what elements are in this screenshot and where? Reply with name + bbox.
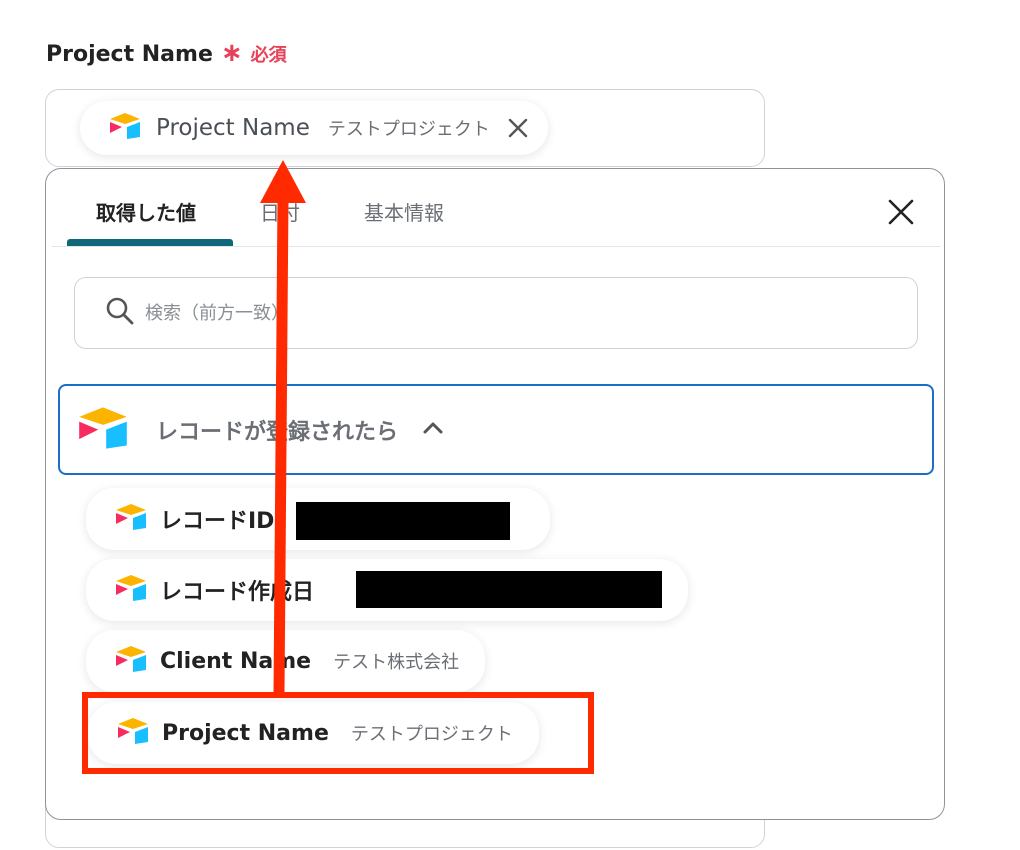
- group-title: レコードが登録されたら: [156, 419, 399, 445]
- tab-basic-info[interactable]: 基本情報: [364, 197, 444, 226]
- list-item[interactable]: Client Name テスト株式会社: [86, 630, 486, 692]
- item-label: Project Name: [162, 720, 329, 746]
- airtable-icon: [76, 405, 130, 455]
- airtable-icon: [116, 717, 150, 749]
- selected-label: Project Name: [156, 115, 310, 141]
- tab-retrieved-values[interactable]: 取得した値: [96, 197, 196, 226]
- item-label: レコード作成日: [160, 580, 315, 605]
- list-item[interactable]: Project Name テストプロジェクト: [88, 702, 539, 764]
- item-label: レコードID: [160, 509, 275, 534]
- search-box: [74, 277, 918, 349]
- item-label: Client Name: [160, 648, 312, 674]
- chevron-up-icon: [422, 420, 444, 439]
- active-tab-indicator: [67, 239, 233, 246]
- item-value: テスト株式会社: [333, 652, 460, 673]
- airtable-icon: [114, 503, 148, 535]
- airtable-icon: [114, 645, 148, 677]
- close-icon[interactable]: [886, 197, 918, 229]
- airtable-icon: [114, 574, 148, 606]
- selected-value-chip[interactable]: Project Name テストプロジェクト: [80, 101, 548, 155]
- item-value: テストプロジェクト: [350, 724, 513, 745]
- required-text: 必須: [250, 45, 287, 66]
- search-icon: [105, 296, 135, 330]
- selected-value: テストプロジェクト: [327, 119, 490, 140]
- required-star: ∗: [220, 38, 243, 68]
- field-label: Project Name ∗ 必須: [46, 40, 287, 67]
- search-input[interactable]: [145, 302, 845, 324]
- group-header[interactable]: レコードが登録されたら: [58, 384, 934, 475]
- field-label-text: Project Name: [46, 42, 213, 67]
- redacted-value: [296, 502, 510, 540]
- tab-bar: 取得した値 日付 基本情報: [52, 169, 940, 247]
- redacted-value: [356, 571, 662, 608]
- tab-date[interactable]: 日付: [260, 197, 300, 226]
- close-icon[interactable]: [506, 116, 530, 140]
- airtable-icon: [108, 112, 142, 144]
